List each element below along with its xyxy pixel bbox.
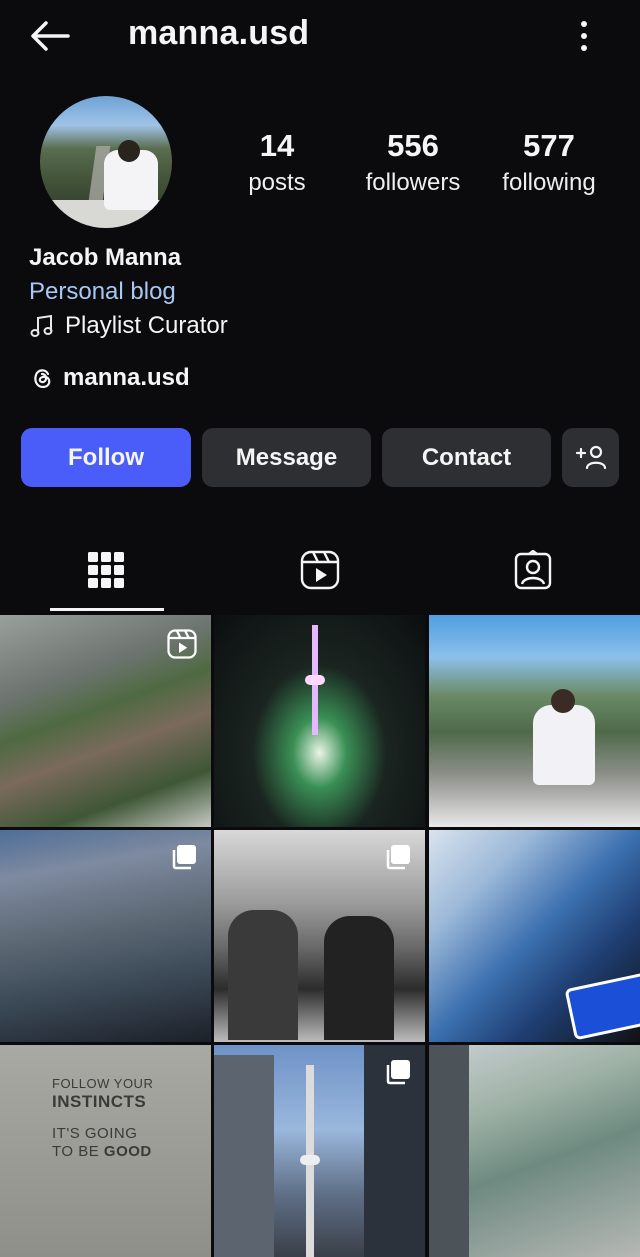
bio-text: Playlist Curator: [65, 312, 228, 339]
quote-line-4-bold: GOOD: [103, 1143, 152, 1160]
contact-button[interactable]: Contact: [382, 428, 551, 487]
carousel-icon: [172, 845, 196, 870]
reel-icon: [167, 629, 197, 659]
suggested-accounts-button[interactable]: [562, 428, 619, 487]
following-label: following: [502, 169, 596, 196]
following-count: 577: [523, 128, 575, 163]
tab-reels[interactable]: [290, 540, 350, 600]
add-person-icon: [575, 445, 606, 469]
follow-button[interactable]: Follow: [21, 428, 191, 487]
post-thumbnail[interactable]: [0, 830, 211, 1042]
post-thumbnail[interactable]: [0, 615, 211, 827]
photo-person-head: [551, 689, 575, 713]
profile-username: manna.usd: [128, 14, 310, 52]
more-options-button[interactable]: [566, 18, 602, 54]
message-button[interactable]: Message: [202, 428, 371, 487]
followers-label: followers: [365, 169, 461, 196]
quote-line-1: FOLLOW YOUR: [52, 1076, 154, 1091]
carousel-badge: [385, 1059, 411, 1090]
photo-building-left: [214, 1055, 274, 1257]
post-thumbnail[interactable]: [214, 1045, 425, 1257]
bio-line: Playlist Curator: [29, 312, 228, 340]
grid-icon: [88, 552, 124, 588]
post-thumbnail[interactable]: FOLLOW YOUR INSTINCTS IT'S GOING TO BE G…: [0, 1045, 211, 1257]
following-stat[interactable]: 577 following: [492, 128, 606, 198]
cn-tower-pod: [300, 1155, 320, 1165]
reel-badge: [167, 629, 197, 664]
photo-person-left: [228, 910, 298, 1040]
quote-line-2: INSTINCTS: [52, 1092, 147, 1111]
active-tab-indicator: [50, 608, 164, 611]
avatar-head: [118, 140, 140, 162]
carousel-icon: [386, 845, 410, 870]
carousel-icon: [386, 1060, 410, 1085]
post-thumbnail[interactable]: [429, 1045, 640, 1257]
back-button[interactable]: [28, 18, 72, 54]
tab-tagged[interactable]: [503, 540, 563, 600]
photo-frame-edge: [429, 1045, 469, 1257]
posts-label: posts: [248, 169, 306, 196]
post-thumbnail[interactable]: [214, 615, 425, 827]
posts-stat[interactable]: 14 posts: [230, 128, 324, 198]
followers-stat[interactable]: 556 followers: [356, 128, 470, 198]
quote-text: FOLLOW YOUR INSTINCTS IT'S GOING TO BE G…: [52, 1075, 192, 1161]
post-thumbnail[interactable]: [214, 830, 425, 1042]
quote-line-4: TO BE GOOD: [52, 1143, 192, 1161]
profile-category: Personal blog: [29, 278, 176, 305]
arrow-left-icon: [31, 21, 70, 51]
quote-line-3: IT'S GOING: [52, 1125, 138, 1142]
threads-handle: manna.usd: [63, 364, 190, 391]
parking-sign: [564, 971, 640, 1041]
threads-link[interactable]: manna.usd: [29, 364, 190, 392]
photo-person: [533, 705, 595, 785]
more-vertical-icon: [581, 21, 587, 51]
threads-icon: [34, 369, 51, 389]
profile-avatar[interactable]: [40, 96, 172, 228]
tab-grid[interactable]: [76, 540, 136, 600]
carousel-badge: [385, 844, 411, 875]
reels-icon: [300, 550, 340, 590]
quote-line-4-prefix: TO BE: [52, 1143, 104, 1160]
carousel-badge: [171, 844, 197, 875]
cn-tower-pod: [305, 675, 325, 685]
photo-person-right: [324, 916, 394, 1040]
post-thumbnail[interactable]: [429, 830, 640, 1042]
followers-count: 556: [387, 128, 439, 163]
posts-count: 14: [259, 128, 295, 163]
music-note-icon: [30, 314, 53, 337]
profile-full-name: Jacob Manna: [29, 244, 182, 271]
tagged-icon: [514, 550, 552, 590]
post-thumbnail[interactable]: [429, 615, 640, 827]
